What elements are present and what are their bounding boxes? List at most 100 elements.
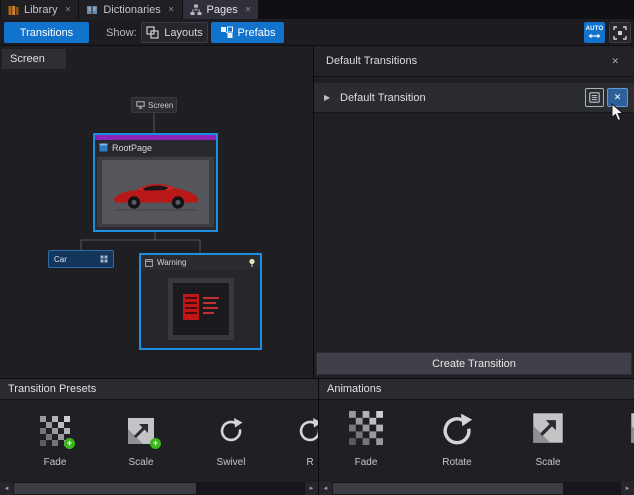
transitions-button-label: Transitions — [20, 27, 73, 39]
animation-item-rotate[interactable]: Rotate — [415, 400, 499, 482]
scale-arrow-icon: + — [126, 416, 156, 446]
animation-item-label: Rotate — [415, 457, 499, 468]
animations-horizontal-scrollbar[interactable]: ◄ ► — [319, 482, 634, 495]
animation-item-fade[interactable]: Fade — [324, 400, 408, 482]
page-icon — [99, 143, 108, 152]
dictionaries-icon — [86, 4, 98, 16]
prefabs-icon — [220, 26, 233, 39]
warning-red-panel — [183, 294, 199, 320]
rotate-icon — [439, 411, 476, 448]
preset-item-fade[interactable]: + Fade — [13, 400, 97, 482]
animation-item-clipped[interactable] — [604, 400, 634, 482]
rootpage-header: RootPage — [95, 140, 216, 155]
panel-title: Transition Presets — [8, 383, 96, 395]
red-car-image — [108, 171, 204, 213]
warning-preview-image — [173, 283, 229, 335]
tab-dictionaries[interactable]: Dictionaries ✕ — [79, 0, 181, 19]
create-transition-button[interactable]: Create Transition — [316, 352, 632, 375]
default-transitions-panel: Default Transitions ✕ ▶ Default Transiti… — [313, 46, 634, 378]
layouts-toggle[interactable]: Layouts — [141, 22, 208, 43]
preset-item-label: Fade — [13, 457, 97, 468]
scroll-left-button[interactable]: ◄ — [0, 482, 13, 495]
fit-to-screen-icon — [613, 26, 627, 40]
close-icon[interactable]: ✕ — [168, 6, 175, 14]
swivel-rotate-icon — [217, 416, 245, 444]
grid-icon — [100, 255, 108, 263]
tab-label: Library — [24, 4, 58, 16]
create-transition-label: Create Transition — [432, 358, 516, 370]
close-icon[interactable]: ✕ — [65, 6, 72, 14]
tab-library[interactable]: Library ✕ — [1, 0, 78, 19]
edit-properties-button[interactable] — [585, 88, 604, 107]
chevron-right-icon[interactable]: ▶ — [314, 93, 340, 102]
transitions-button[interactable]: Transitions — [4, 22, 89, 43]
presets-horizontal-scrollbar[interactable]: ◄ ► — [0, 482, 318, 495]
animations-header: Animations — [319, 378, 634, 400]
layouts-label: Layouts — [164, 27, 203, 39]
close-icon[interactable]: ✕ — [608, 54, 622, 69]
auto-label: AUTO — [586, 26, 604, 32]
tab-label: Dictionaries — [103, 4, 160, 16]
panel-title: Animations — [327, 383, 381, 395]
library-icon — [8, 4, 19, 16]
fade-checkerboard-icon: + — [40, 416, 70, 446]
transition-presets-panel: Transition Presets + Fade — [0, 378, 318, 495]
animations-panel: Animations Fade Rotate — [318, 378, 634, 495]
clipped-icon — [629, 411, 634, 445]
preset-item-label: R — [268, 457, 318, 468]
warning-header: Warning — [141, 255, 260, 270]
rootpage-preview — [97, 157, 214, 227]
scroll-right-button[interactable]: ► — [305, 482, 318, 495]
scroll-track[interactable] — [332, 482, 621, 495]
tab-pages[interactable]: Pages ✕ — [183, 0, 259, 19]
prefabs-toggle[interactable]: Prefabs — [211, 22, 284, 43]
node-warning-label: Warning — [157, 258, 187, 267]
scroll-right-button[interactable]: ► — [621, 482, 634, 495]
warning-text-line — [203, 312, 214, 314]
scale-arrow-icon — [531, 411, 565, 445]
scroll-thumb[interactable] — [14, 483, 196, 494]
node-rootpage[interactable]: RootPage — [93, 133, 218, 232]
preset-item-clipped[interactable]: R — [268, 400, 318, 482]
auto-fit-toggle[interactable]: AUTO — [584, 22, 605, 43]
fit-to-screen-button[interactable] — [609, 22, 631, 43]
preset-item-scale[interactable]: + Scale — [99, 400, 183, 482]
auto-arrows-icon — [588, 33, 601, 39]
fade-checkerboard-icon — [349, 411, 383, 445]
scroll-thumb[interactable] — [333, 483, 563, 494]
warning-text-line — [203, 307, 218, 309]
page-graph-panel[interactable]: Screen Screen RootPage — [0, 46, 313, 378]
warning-preview-frame — [168, 278, 234, 340]
add-badge-icon: + — [150, 438, 161, 449]
default-transitions-header: Default Transitions ✕ — [314, 46, 634, 77]
warning-preview — [143, 272, 258, 346]
delete-transition-button[interactable]: ✕ — [607, 88, 628, 107]
default-transition-label: Default Transition — [340, 92, 426, 104]
node-rootpage-label: RootPage — [112, 143, 152, 153]
pages-icon — [190, 4, 202, 16]
layouts-icon — [146, 26, 159, 39]
animation-item-scale[interactable]: Scale — [506, 400, 590, 482]
tab-label: Pages — [207, 4, 238, 16]
bulb-icon — [248, 258, 256, 268]
node-car[interactable]: Car — [48, 250, 114, 268]
document-tab-bar: Library ✕ Dictionaries ✕ Pages ✕ — [0, 0, 634, 19]
warning-text-line — [203, 302, 216, 304]
scroll-left-button[interactable]: ◄ — [319, 482, 332, 495]
preset-item-swivel[interactable]: Swivel — [189, 400, 273, 482]
transition-presets-list: + Fade + Scale — [0, 400, 318, 482]
animations-list: Fade Rotate — [319, 400, 634, 482]
default-transition-row[interactable]: ▶ Default Transition ✕ — [314, 83, 634, 113]
node-warning[interactable]: Warning — [139, 253, 262, 350]
panel-title: Default Transitions — [326, 55, 417, 67]
monitor-icon — [136, 101, 145, 109]
node-screen[interactable]: Screen — [131, 97, 177, 113]
scroll-track[interactable] — [13, 482, 305, 495]
node-screen-label: Screen — [148, 101, 173, 110]
pages-toolbar: Transitions Show: Layouts Prefabs AUTO — [0, 19, 634, 46]
window-icon — [145, 259, 153, 267]
warning-text-line — [203, 297, 219, 299]
close-icon[interactable]: ✕ — [245, 6, 252, 14]
rootpage-preview-image — [102, 160, 209, 224]
preset-item-label: Swivel — [189, 457, 273, 468]
